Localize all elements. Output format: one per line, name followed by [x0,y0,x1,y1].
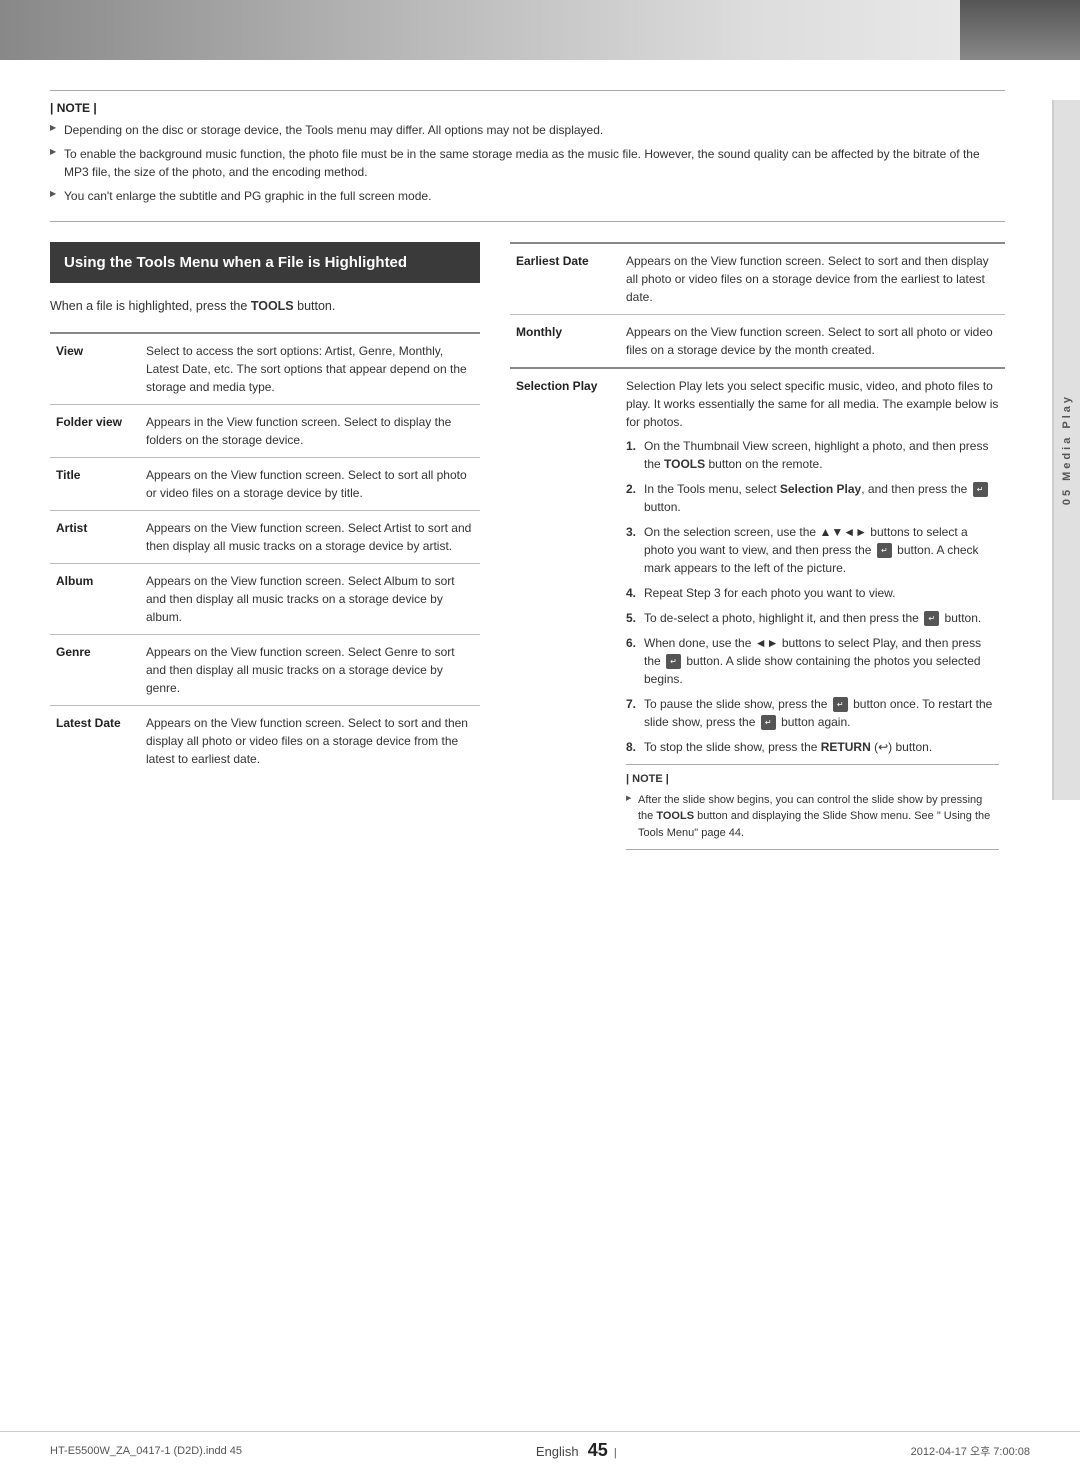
note-list: Depending on the disc or storage device,… [50,121,1005,205]
page-wrapper: 05 Media Play | NOTE | Depending on the … [0,0,1080,1479]
step-item: 3.On the selection screen, use the ▲▼◄► … [626,523,999,577]
col-right: Earliest DateAppears on the View functio… [510,242,1005,858]
main-content: | NOTE | Depending on the disc or storag… [0,60,1055,898]
note-item: Depending on the disc or storage device,… [50,121,1005,139]
table-row: ArtistAppears on the View function scree… [50,510,480,563]
step-item: 8.To stop the slide show, press the RETU… [626,738,999,756]
table-row: TitleAppears on the View function screen… [50,457,480,510]
table-term: View [50,333,140,405]
step-item: 2.In the Tools menu, select Selection Pl… [626,480,999,516]
table-desc: Appears on the View function screen. Sel… [140,705,480,776]
selection-play-intro: Selection Play lets you select specific … [626,377,999,431]
tools-table-right: Earliest DateAppears on the View functio… [510,242,1005,367]
footer-page: English 45 | [536,1440,617,1461]
table-term: Album [50,563,140,634]
table-term: Genre [50,634,140,705]
selection-play-content: Selection Play lets you select specific … [620,368,1005,858]
table-desc: Appears on the View function screen. Sel… [620,315,1005,368]
footer-date-info: 2012-04-17 오후 7:00:08 [911,1443,1030,1459]
col-left: Using the Tools Menu when a File is High… [50,242,480,858]
table-term: Artist [50,510,140,563]
table-desc: Appears on the View function screen. Sel… [140,457,480,510]
section-heading: Using the Tools Menu when a File is High… [50,242,480,283]
note-item: To enable the background music function,… [50,145,1005,181]
right-sidebar-bar: 05 Media Play [1052,100,1080,800]
tools-table-left: ViewSelect to access the sort options: A… [50,332,480,776]
table-term: Title [50,457,140,510]
top-bar [0,0,1080,60]
table-desc: Appears on the View function screen. Sel… [140,634,480,705]
table-desc: Appears on the View function screen. Sel… [620,243,1005,315]
sidebar-label: 05 Media Play [1061,394,1073,505]
intro-text: When a file is highlighted, press the TO… [50,297,480,316]
table-term: Monthly [510,315,620,368]
step-item: 6.When done, use the ◄► buttons to selec… [626,634,999,688]
step-item: 4.Repeat Step 3 for each photo you want … [626,584,999,602]
step-item: 5.To de-select a photo, highlight it, an… [626,609,999,627]
table-term: Latest Date [50,705,140,776]
note-inline-list: After the slide show begins, you can con… [626,792,999,842]
english-label: English [536,1444,579,1459]
selection-play-steps: 1.On the Thumbnail View screen, highligh… [626,437,999,756]
table-term: Earliest Date [510,243,620,315]
step-item: 7.To pause the slide show, press the ↵ b… [626,695,999,731]
footer-file-info: HT-E5500W_ZA_0417-1 (D2D).indd 45 [50,1445,242,1457]
table-term: Folder view [50,404,140,457]
page-footer: HT-E5500W_ZA_0417-1 (D2D).indd 45 Englis… [0,1431,1080,1461]
selection-play-term: Selection Play [510,368,620,858]
table-row: GenreAppears on the View function screen… [50,634,480,705]
note-inline: | NOTE | After the slide show begins, yo… [626,764,999,850]
note-box: | NOTE | Depending on the disc or storag… [50,90,1005,222]
two-col-layout: Using the Tools Menu when a File is High… [50,242,1005,858]
note-item: You can't enlarge the subtitle and PG gr… [50,187,1005,205]
step-item: 1.On the Thumbnail View screen, highligh… [626,437,999,473]
note-inline-title: | NOTE | [626,771,999,788]
selection-play-row: Selection Play Selection Play lets you s… [510,368,1005,858]
top-bar-accent [960,0,1080,60]
table-desc: Appears in the View function screen. Sel… [140,404,480,457]
table-row: Earliest DateAppears on the View functio… [510,243,1005,315]
table-row: AlbumAppears on the View function screen… [50,563,480,634]
table-row: ViewSelect to access the sort options: A… [50,333,480,405]
table-desc: Select to access the sort options: Artis… [140,333,480,405]
table-desc: Appears on the View function screen. Sel… [140,563,480,634]
table-row: Latest DateAppears on the View function … [50,705,480,776]
selection-play-table: Selection Play Selection Play lets you s… [510,367,1005,858]
note-inline-item: After the slide show begins, you can con… [626,792,999,842]
note-title: | NOTE | [50,101,1005,115]
table-row: Folder viewAppears in the View function … [50,404,480,457]
page-number: 45 [588,1440,608,1460]
table-row: MonthlyAppears on the View function scre… [510,315,1005,368]
section-heading-text: Using the Tools Menu when a File is High… [64,254,407,271]
table-desc: Appears on the View function screen. Sel… [140,510,480,563]
